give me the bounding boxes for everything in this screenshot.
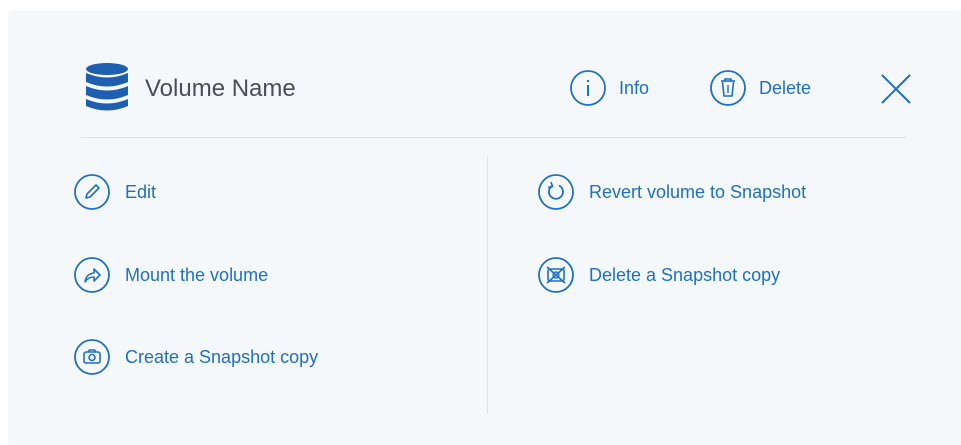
mount-volume-action[interactable]: Mount the volume [73,255,268,295]
create-snapshot-action[interactable]: Create a Snapshot copy [73,337,318,377]
edit-label: Edit [125,181,157,202]
delete-snapshot-action[interactable]: Delete a Snapshot copy [537,255,780,295]
pencil-icon [74,174,110,210]
edit-action[interactable]: Edit [73,172,156,212]
delete-button[interactable]: Delete [709,68,811,108]
close-icon[interactable] [878,71,914,107]
revert-icon [538,174,574,210]
camera-icon [74,339,110,375]
trash-icon [710,70,746,106]
revert-to-snapshot-label: Revert volume to Snapshot [589,181,807,202]
volume-title: Volume Name [145,75,296,102]
create-snapshot-label: Create a Snapshot copy [125,346,319,367]
info-icon [570,70,606,106]
info-button[interactable]: Info [569,68,649,108]
info-label: Info [619,77,650,98]
revert-to-snapshot-action[interactable]: Revert volume to Snapshot [537,172,806,212]
database-icon [86,63,128,111]
delete-label: Delete [759,77,812,98]
delete-snapshot-icon [538,257,574,293]
share-arrow-icon [74,257,110,293]
delete-snapshot-label: Delete a Snapshot copy [589,264,781,285]
column-divider [487,157,488,414]
panel-header: Volume Name Info Delete [81,62,911,138]
mount-volume-label: Mount the volume [125,264,269,285]
volume-action-panel: Volume Name Info Delete Edit Mount the v… [9,12,961,445]
